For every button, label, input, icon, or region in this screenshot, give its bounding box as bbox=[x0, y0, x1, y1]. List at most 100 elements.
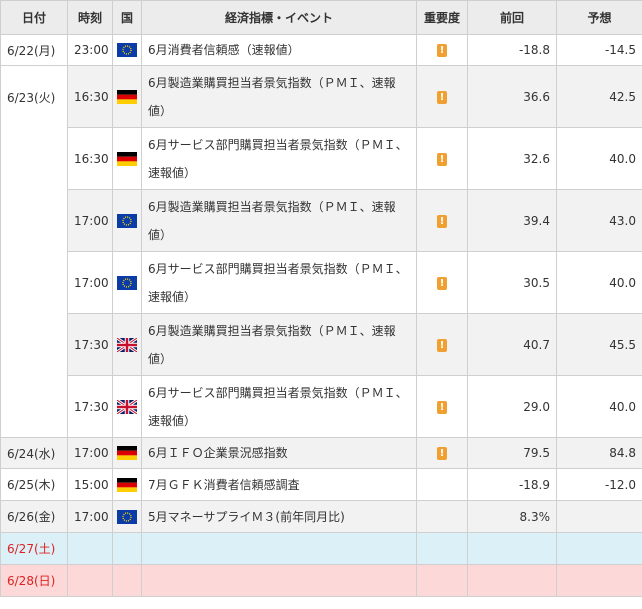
importance-cell: ! bbox=[416, 437, 468, 469]
event-cell: 6月製造業購買担当者景気指数（ＰＭＩ、速報値） bbox=[141, 313, 417, 376]
previous-cell: 29.0 bbox=[467, 375, 557, 438]
importance-cell bbox=[416, 564, 468, 597]
previous-cell: 30.5 bbox=[467, 251, 557, 314]
time-cell: 17:00 bbox=[67, 437, 113, 469]
previous-cell bbox=[467, 532, 557, 565]
country-cell bbox=[112, 468, 142, 501]
table-row: 6/24(水) 17:00 6月ＩＦＯ企業景況感指数! 79.5 84.8 bbox=[0, 437, 642, 469]
importance-cell bbox=[416, 532, 468, 565]
germany-flag-icon bbox=[117, 89, 137, 104]
forecast-cell: 40.0 bbox=[556, 127, 642, 190]
importance-icon: ! bbox=[437, 214, 447, 228]
germany-flag-icon bbox=[117, 446, 137, 461]
time-cell: 16:30 bbox=[67, 127, 113, 190]
country-cell bbox=[112, 564, 142, 597]
header-event: 経済指標・イベント bbox=[141, 0, 417, 35]
table-row: 17:00 6月サービス部門購買担当者景気指数（ＰＭＩ、速報値） ! 30.5 … bbox=[0, 251, 642, 314]
importance-icon: ! bbox=[437, 447, 447, 460]
previous-cell: -18.9 bbox=[467, 468, 557, 501]
weekend-row: 6/28(日) bbox=[0, 564, 642, 597]
previous-cell: 39.4 bbox=[467, 189, 557, 252]
importance-icon: ! bbox=[437, 338, 447, 352]
germany-flag-icon bbox=[117, 477, 137, 492]
importance-cell: ! bbox=[416, 313, 468, 376]
date-cell: 6/23(火) bbox=[0, 65, 68, 438]
eu-flag-icon bbox=[117, 275, 137, 290]
importance-cell: ! bbox=[416, 34, 468, 66]
table-row: 6/26(金) 17:00 5月マネーサプライＭ３(前年同月比) 8.3% bbox=[0, 500, 642, 533]
time-cell: 23:00 bbox=[67, 34, 113, 66]
importance-icon: ! bbox=[437, 152, 447, 166]
forecast-cell: 40.0 bbox=[556, 251, 642, 314]
country-cell bbox=[112, 437, 142, 469]
event-cell: 5月マネーサプライＭ３(前年同月比) bbox=[141, 500, 417, 533]
previous-cell: 32.6 bbox=[467, 127, 557, 190]
weekend-row: 6/27(土) bbox=[0, 532, 642, 565]
event-cell: 6月消費者信頼感（速報値） bbox=[141, 34, 417, 66]
time-cell: 17:30 bbox=[67, 313, 113, 376]
country-cell bbox=[112, 313, 142, 376]
time-cell: 17:30 bbox=[67, 375, 113, 438]
forecast-cell: 43.0 bbox=[556, 189, 642, 252]
table-row: 17:30 6月製造業購買担当者景気指数（ＰＭＩ、速報値） ! 40.7 45.… bbox=[0, 313, 642, 376]
previous-cell: 79.5 bbox=[467, 437, 557, 469]
previous-cell bbox=[467, 564, 557, 597]
previous-cell: -18.8 bbox=[467, 34, 557, 66]
header-forecast: 予想 bbox=[556, 0, 642, 35]
table-row: 16:30 6月サービス部門購買担当者景気指数（ＰＭＩ、速報値） ! 32.6 … bbox=[0, 127, 642, 190]
forecast-cell: 42.5 bbox=[556, 65, 642, 128]
time-cell bbox=[67, 564, 113, 597]
time-cell: 16:30 bbox=[67, 65, 113, 128]
uk-flag-icon bbox=[116, 398, 138, 415]
importance-icon: ! bbox=[437, 90, 447, 104]
event-cell: 6月ＩＦＯ企業景況感指数 bbox=[141, 437, 417, 469]
time-cell bbox=[67, 532, 113, 565]
header-previous: 前回 bbox=[467, 0, 557, 35]
date-cell: 6/26(金) bbox=[0, 500, 68, 533]
date-cell: 6/25(木) bbox=[0, 468, 68, 501]
importance-icon: ! bbox=[437, 276, 447, 290]
forecast-cell: 45.5 bbox=[556, 313, 642, 376]
importance-cell: ! bbox=[416, 251, 468, 314]
economic-calendar-table: 日付 時刻 国 経済指標・イベント 重要度 前回 予想 6/22(月) 23:0… bbox=[0, 0, 642, 597]
event-cell: 6月サービス部門購買担当者景気指数（ＰＭＩ、速報値） bbox=[141, 251, 417, 314]
header-country: 国 bbox=[112, 0, 142, 35]
event-cell bbox=[141, 564, 417, 597]
importance-icon: ! bbox=[437, 44, 447, 57]
event-cell: 6月製造業購買担当者景気指数（ＰＭＩ、速報値） bbox=[141, 189, 417, 252]
importance-cell bbox=[416, 468, 468, 501]
header-date: 日付 bbox=[0, 0, 68, 35]
header-importance: 重要度 bbox=[416, 0, 468, 35]
forecast-cell: -12.0 bbox=[556, 468, 642, 501]
importance-icon: ! bbox=[437, 400, 447, 414]
eu-flag-icon bbox=[117, 213, 137, 228]
previous-cell: 40.7 bbox=[467, 313, 557, 376]
country-cell bbox=[112, 251, 142, 314]
time-cell: 17:00 bbox=[67, 189, 113, 252]
table-row: 6/23(火) 16:30 6月製造業購買担当者景気指数（ＰＭＩ、速報値） ! … bbox=[0, 65, 642, 438]
event-cell: 7月ＧＦＫ消費者信頼感調査 bbox=[141, 468, 417, 501]
country-cell bbox=[112, 65, 142, 128]
time-cell: 17:00 bbox=[67, 500, 113, 533]
importance-cell: ! bbox=[416, 189, 468, 252]
date-cell: 6/28(日) bbox=[0, 564, 68, 597]
importance-cell: ! bbox=[416, 127, 468, 190]
uk-flag-icon bbox=[116, 336, 138, 353]
time-cell: 17:00 bbox=[67, 251, 113, 314]
country-cell bbox=[112, 34, 142, 66]
time-cell: 15:00 bbox=[67, 468, 113, 501]
event-cell: 6月サービス部門購買担当者景気指数（ＰＭＩ、速報値） bbox=[141, 375, 417, 438]
forecast-cell bbox=[556, 500, 642, 533]
previous-cell: 36.6 bbox=[467, 65, 557, 128]
eu-flag-icon bbox=[117, 43, 137, 58]
header-time: 時刻 bbox=[67, 0, 113, 35]
table-row: 17:30 6月サービス部門購買担当者景気指数（ＰＭＩ、速報値）! 29.0 40.0 bbox=[0, 375, 642, 438]
date-cell: 6/27(土) bbox=[0, 532, 68, 565]
table-row: 6/25(木) 15:00 7月ＧＦＫ消費者信頼感調査 -18.9 -12.0 bbox=[0, 468, 642, 501]
table-row: 6/22(月) 23:00 6月消費者信頼感（速報値） ! -18.8 -14.… bbox=[0, 34, 642, 66]
country-cell bbox=[112, 532, 142, 565]
forecast-cell: 84.8 bbox=[556, 437, 642, 469]
forecast-cell bbox=[556, 564, 642, 597]
eu-flag-icon bbox=[117, 509, 137, 524]
date-cell: 6/24(水) bbox=[0, 437, 68, 469]
